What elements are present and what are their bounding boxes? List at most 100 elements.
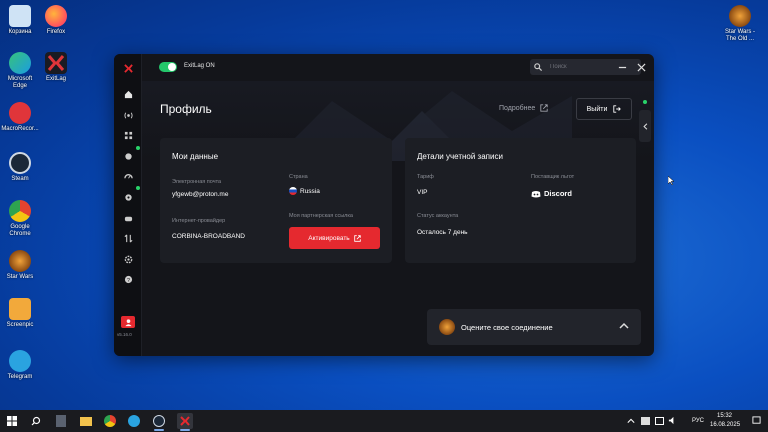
tray-app-icon[interactable] [641, 417, 650, 425]
more-link-label: Подробнее [499, 104, 536, 112]
desktop-icon-edge[interactable]: Microsoft Edge [0, 52, 40, 90]
taskbar-exitlag[interactable] [177, 413, 193, 429]
volume-icon[interactable] [668, 416, 677, 425]
steam-icon [9, 152, 31, 174]
desktop-icon-macro-recorder[interactable]: MacroRecor... [0, 102, 40, 133]
calculator-icon [56, 415, 66, 427]
more-link[interactable]: Подробнее [499, 104, 548, 112]
email-value: yfgewb@proton.me [172, 191, 229, 198]
telegram-icon [128, 415, 140, 427]
taskbar-telegram[interactable] [126, 413, 142, 429]
search-icon [31, 416, 41, 426]
macro-recorder-icon [9, 102, 31, 124]
exitlag-on-toggle[interactable] [159, 62, 177, 72]
collapse-panel-button[interactable] [639, 100, 651, 142]
my-data-card: Мои данные Электронная почта yfgewb@prot… [160, 138, 392, 263]
start-button[interactable] [4, 413, 20, 429]
chevron-up-icon[interactable] [619, 321, 629, 331]
desktop-icon-star-wars[interactable]: Star Wars [0, 250, 40, 281]
email-label: Электронная почта [172, 179, 222, 185]
toggle-label: ExitLag ON [184, 63, 215, 69]
sidebar: ? v5.16.0 [114, 54, 142, 356]
folder-icon [80, 416, 92, 426]
transfer-icon[interactable] [121, 232, 135, 244]
profile-user-icon[interactable] [121, 316, 135, 328]
taskbar: РУС 15:32 16.08.2025 [0, 410, 768, 432]
exitlag-logo-icon [121, 62, 135, 74]
game-avatar-icon [439, 319, 455, 335]
account-details-card: Детали учетной записи Тариф VIP Поставщи… [405, 138, 636, 263]
exitlag-window: ? v5.16.0 ExitLag ON Профиль Подробнее В… [114, 54, 654, 356]
status-dot [643, 100, 647, 104]
logout-icon [613, 105, 622, 113]
discord-icon [531, 190, 541, 197]
activate-button[interactable]: Активировать [289, 227, 380, 249]
speed-icon[interactable] [121, 170, 135, 182]
gamepad-icon[interactable] [121, 212, 135, 224]
taskbar-chrome[interactable] [102, 413, 118, 429]
clock-time[interactable]: 15:32 [717, 413, 732, 419]
top-bar: ExitLag ON [142, 54, 654, 81]
close-icon [636, 62, 646, 72]
apps-grid-icon[interactable] [121, 129, 135, 141]
network-icon[interactable] [121, 109, 135, 121]
help-icon[interactable]: ? [121, 273, 135, 285]
logout-button[interactable]: Выйти [576, 98, 632, 120]
taskbar-steam[interactable] [151, 413, 167, 429]
desktop-icon-steam[interactable]: Steam [0, 152, 40, 183]
notifications-icon[interactable] [752, 416, 761, 425]
russia-flag-icon [289, 187, 297, 195]
windows-logo-icon [7, 416, 17, 426]
desktop-icon-exitlag[interactable]: ExitLag [36, 52, 76, 83]
recycle-bin-icon [9, 5, 31, 27]
isp-label: Интернет-провайдер [172, 218, 226, 224]
country-label: Страна [289, 174, 308, 180]
account-details-title: Детали учетной записи [417, 152, 503, 161]
chrome-icon [9, 200, 31, 222]
page-title: Профиль [160, 102, 212, 116]
tray-chevron-up-icon[interactable] [627, 417, 635, 425]
telegram-icon [9, 350, 31, 372]
boost-icon[interactable] [121, 191, 135, 203]
steam-icon [153, 415, 165, 427]
desktop-icon-firefox[interactable]: Firefox [36, 5, 76, 36]
provider-label: Поставщик льгот [531, 174, 575, 180]
country-value: Russia [300, 188, 320, 195]
network-icon[interactable] [655, 417, 664, 425]
firefox-icon [45, 5, 67, 27]
desktop-icon-screenpic[interactable]: Screenpic [0, 298, 40, 329]
mouse-cursor-icon [668, 176, 674, 185]
active-indicator [154, 429, 164, 431]
edge-icon [9, 52, 31, 74]
exitlag-icon [180, 416, 190, 426]
external-link-icon [353, 234, 361, 242]
rate-connection-bar[interactable]: Оцените свое соединение [427, 309, 641, 345]
chevron-left-icon [642, 122, 647, 130]
star-wars-icon [9, 250, 31, 272]
desktop-icon-chrome[interactable]: Google Chrome [0, 200, 40, 238]
close-button[interactable] [635, 61, 647, 73]
taskbar-search-button[interactable] [28, 413, 44, 429]
settings-gear-icon[interactable] [121, 253, 135, 265]
exitlag-icon [45, 52, 67, 74]
chat-icon[interactable] [121, 150, 135, 162]
active-indicator [180, 429, 190, 431]
external-link-icon [540, 104, 548, 112]
taskbar-calculator[interactable] [53, 413, 69, 429]
language-indicator[interactable]: РУС [692, 418, 704, 424]
new-badge-dot [136, 146, 140, 150]
desktop-icon-star-wars-tor[interactable]: Star Wars - The Old ... [720, 5, 760, 43]
logout-label: Выйти [586, 105, 608, 113]
home-icon[interactable] [121, 88, 135, 100]
account-status-value: Осталось 7 день [417, 229, 468, 236]
version-label: v5.16.0 [117, 332, 132, 337]
search-icon [534, 63, 542, 71]
taskbar-file-explorer[interactable] [78, 413, 94, 429]
clock-date[interactable]: 16.08.2025 [710, 422, 740, 428]
provider-value: Discord [544, 189, 572, 198]
star-wars-tor-icon [729, 5, 751, 27]
desktop-icon-recycle-bin[interactable]: Корзина [0, 5, 40, 36]
desktop-icon-telegram[interactable]: Telegram [0, 350, 40, 381]
minimize-button[interactable] [616, 61, 628, 73]
plan-label: Тариф [417, 174, 434, 180]
